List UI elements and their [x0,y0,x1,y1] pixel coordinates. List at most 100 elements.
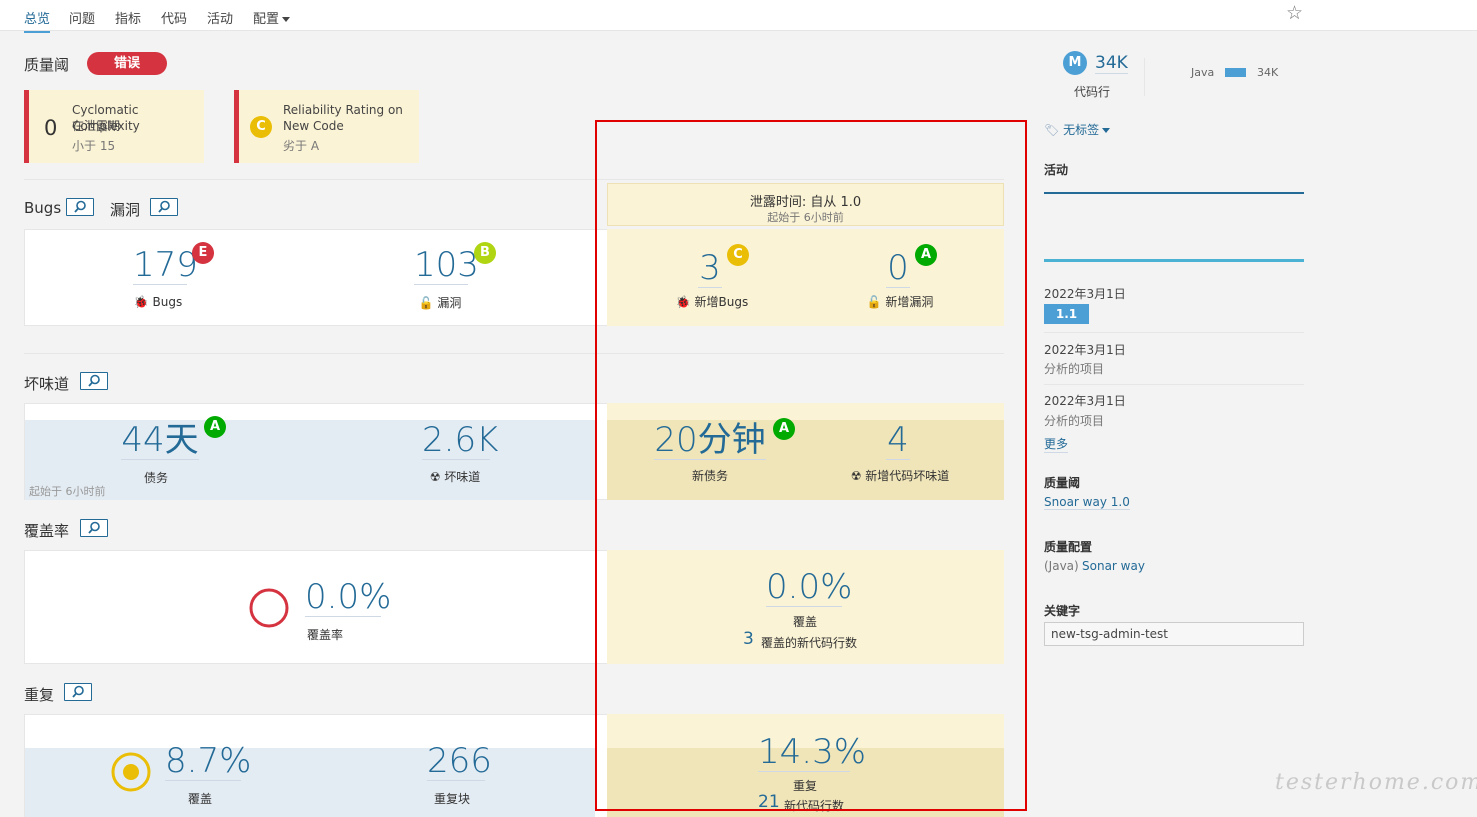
link-icon [74,200,86,213]
chevron-down-icon [1102,128,1111,133]
smell-icon: ☢ [429,470,441,484]
condition-period: 在泄露期 [72,119,121,133]
divider [1144,58,1145,96]
bugs-rating-badge[interactable]: E [192,242,214,264]
lang-name: Java [1191,66,1215,79]
dup-value[interactable]: 8.7% [165,742,251,781]
debt-value[interactable]: 44天 [121,421,199,460]
tab-overview[interactable]: 总览 [24,8,51,33]
new-coverage-value[interactable]: 0.0% [766,568,852,607]
watermark: testerhome.com [1275,770,1477,795]
condition-value: 0 [44,116,58,140]
new-smells-value[interactable]: 4 [886,421,910,460]
project-key-field[interactable] [1044,622,1304,646]
link-icon [158,200,170,213]
condition-metric-2: New Code [283,119,344,133]
new-lines-value[interactable]: 3 [743,629,754,649]
leak-period-since: 起始于 6小时前 [767,211,844,224]
coverage-value[interactable]: 0.0% [305,578,391,617]
new-bugs-rating-badge[interactable]: C [727,244,749,266]
divider [1044,332,1304,333]
event-date: 2022年3月1日 [1044,287,1126,301]
tab-issues[interactable]: 问题 [69,8,95,27]
lang-value: 34K [1257,66,1279,79]
smells-drilldown-button[interactable] [80,372,108,390]
tab-settings-label: 配置 [253,12,280,27]
lang-bar [1225,68,1246,77]
gate-link[interactable]: Snoar way 1.0 [1044,495,1130,510]
event-date: 2022年3月1日 [1044,394,1126,408]
bugs-value[interactable]: 179 [133,246,198,285]
new-smells-label: ☢ 新增代码坏味道 [850,469,950,483]
smells-section-title: 坏味道 [24,375,70,393]
new-coverage-label: 覆盖 [792,615,817,629]
new-bugs-label: 🐞 新增Bugs [675,295,749,309]
new-vuln-value[interactable]: 0 [886,249,910,288]
new-dup-value[interactable]: 14.3% [758,733,866,772]
more-link[interactable]: 更多 [1044,435,1069,453]
blocks-value[interactable]: 266 [427,742,492,781]
vuln-value[interactable]: 103 [414,246,479,285]
tab-measures[interactable]: 指标 [115,8,141,27]
leak-period-header: 泄露时间: 自从 1.0 起始于 6小时前 [607,183,1004,226]
tab-activity[interactable]: 活动 [207,8,233,27]
event-desc: 分析的项目 [1044,414,1105,428]
bugs-drilldown-button[interactable] [66,198,94,216]
gate-condition-reliability[interactable]: C Reliability Rating on New Code 劣于 A [234,90,419,163]
bugs-label: 🐞 Bugs [133,295,183,309]
new-debt-label: 新债务 [691,469,728,483]
rating-badge: C [250,116,272,138]
divider [1044,384,1304,385]
event-desc: 分析的项目 [1044,362,1105,376]
vuln-section-title: 漏洞 [110,201,141,219]
debt-since: 起始于 6小时前 [29,485,106,498]
dup-label: 覆盖 [187,792,212,806]
vuln-drilldown-button[interactable] [150,198,178,216]
activity-graph-line [1044,259,1304,262]
gate-condition-complexity[interactable]: 0 Cyclomatic Complexity 在泄露期 小于 15 [24,90,204,163]
new-debt-rating-badge[interactable]: A [773,418,795,440]
condition-threshold: 小于 15 [72,139,116,153]
link-icon [72,685,84,698]
loc-value[interactable]: 34K [1095,53,1128,74]
lock-icon: 🔓 [866,295,882,309]
condition-metric: Reliability Rating on [283,103,403,117]
star-icon[interactable]: ☆ [1286,2,1303,24]
tab-code[interactable]: 代码 [161,8,187,27]
event-date: 2022年3月1日 [1044,343,1126,357]
vuln-label: 🔓 漏洞 [418,296,462,310]
key-title: 关键字 [1044,604,1081,618]
chevron-down-icon [282,17,291,22]
new-debt-value[interactable]: 20分钟 [654,421,766,460]
bug-icon: 🐞 [133,295,149,309]
profile-link[interactable]: Sonar way [1082,559,1145,573]
new-dup-label: 重复 [792,779,817,793]
new-bugs-value[interactable]: 3 [698,249,722,288]
new-vuln-rating-badge[interactable]: A [915,244,937,266]
divider [24,353,1004,354]
quality-gate-title: 质量阈 [24,56,70,74]
coverage-label: 覆盖率 [306,628,343,642]
tab-settings[interactable]: 配置 [253,8,291,27]
smell-icon: ☢ [850,469,862,483]
quality-gate-status-badge: 错误 [87,52,167,75]
link-icon [88,521,100,534]
dup-section-title: 重复 [24,686,55,704]
gate-title: 质量阈 [1044,476,1081,490]
tags-dropdown[interactable]: 🏷 无标签 [1044,121,1111,138]
loc-label: 代码行 [1074,85,1111,99]
new-lines-label: 覆盖的新代码行数 [761,636,858,650]
size-rating-badge: M [1063,51,1087,75]
profile-lang: (Java) [1044,559,1079,573]
debt-rating-badge[interactable]: A [204,416,226,438]
vuln-rating-badge[interactable]: B [474,242,496,264]
profile-title: 质量配置 [1044,540,1093,554]
top-nav: 总览 问题 指标 代码 活动 配置 ☆ [0,0,1477,33]
smells-label: ☢ 坏味道 [429,470,481,484]
dup-drilldown-button[interactable] [64,683,92,701]
tag-icon: 🏷 [1044,123,1060,137]
new-dup-lines-value[interactable]: 21 [758,792,780,812]
coverage-drilldown-button[interactable] [80,519,108,537]
smells-value[interactable]: 2.6K [422,421,498,460]
bugs-section-title: Bugs [24,199,62,217]
